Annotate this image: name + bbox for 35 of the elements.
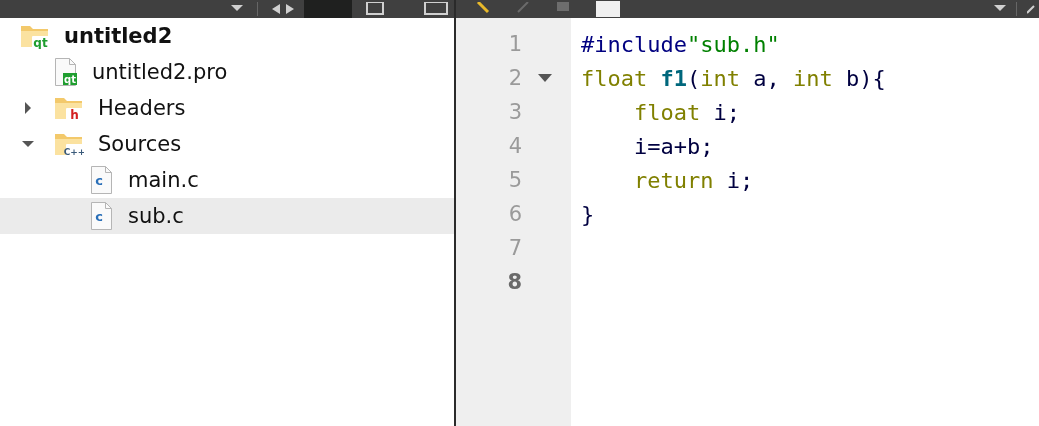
code-line: #include"sub.h" xyxy=(581,31,780,57)
file-icon: c xyxy=(90,201,114,231)
folder-icon: C++ xyxy=(54,131,84,157)
line-number: 8 xyxy=(506,270,522,294)
file-icon: qt xyxy=(54,57,78,87)
dropdown-caret-icon[interactable] xyxy=(231,5,243,13)
line-number: 4 xyxy=(507,134,522,158)
dropdown-caret-icon[interactable] xyxy=(994,5,1006,13)
window-icon[interactable] xyxy=(366,2,386,16)
tree-item[interactable]: c sub.c xyxy=(0,198,454,234)
tree-item[interactable]: qt untitled2.pro xyxy=(0,54,454,90)
code-line: float f1(int a, int b){ xyxy=(581,65,886,91)
folder-icon: h xyxy=(54,95,84,121)
code-line: i=a+b; xyxy=(632,133,714,159)
tree-item[interactable]: c main.c xyxy=(0,162,454,198)
folder-icon: qt xyxy=(20,23,50,49)
expand-arrow-icon[interactable] xyxy=(22,102,34,114)
line-number: 6 xyxy=(507,202,522,226)
code-line: } xyxy=(581,201,595,227)
split-arrows-icon[interactable] xyxy=(272,4,294,14)
file-icon xyxy=(596,1,620,17)
file-icon: c xyxy=(90,165,114,195)
tree-item[interactable]: h Headers xyxy=(0,90,454,126)
collapse-arrow-icon[interactable] xyxy=(22,138,34,150)
line-number: 7 xyxy=(507,236,522,260)
line-number: 1 xyxy=(507,32,522,56)
tree-item[interactable]: C++ Sources xyxy=(0,126,454,162)
line-number: 3 xyxy=(507,100,522,124)
code-line: return i; xyxy=(632,167,754,193)
line-number: 2 xyxy=(507,66,522,90)
fold-arrow-icon[interactable] xyxy=(538,74,552,82)
tree-item[interactable]: qt untitled2 xyxy=(0,18,454,54)
line-number: 5 xyxy=(507,168,522,192)
window-icon[interactable] xyxy=(424,2,448,16)
code-line: float i; xyxy=(632,99,740,125)
